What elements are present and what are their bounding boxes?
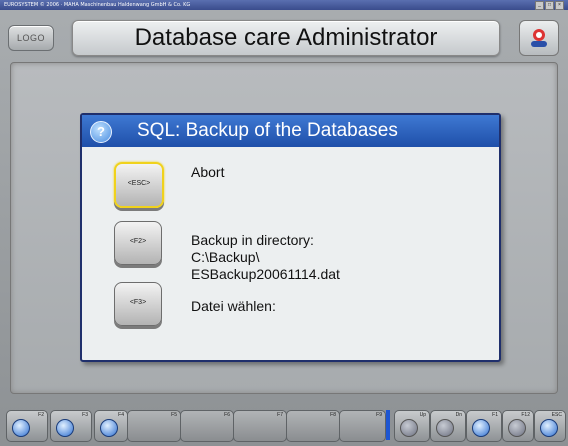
- option-line: Datei wählen:: [191, 298, 276, 314]
- fkey-label: F8: [330, 412, 336, 418]
- backup-path: C:\Backup\: [191, 249, 260, 265]
- forward-arrow-icon: [56, 419, 74, 437]
- esc-exit-button[interactable]: ESC: [534, 410, 566, 442]
- administrator-button[interactable]: [519, 20, 559, 56]
- maximize-button[interactable]: □: [545, 1, 554, 10]
- fkey-label: F5: [171, 412, 177, 418]
- close-button[interactable]: ×: [555, 1, 564, 10]
- f4-home-button[interactable]: F4: [94, 410, 128, 442]
- f2-back-button[interactable]: F2: [6, 410, 48, 442]
- window-titlebar: EUROSYSTEM © 2006 · MAHA Maschinenbau Ha…: [0, 0, 568, 10]
- option-line: Backup in directory:: [191, 232, 314, 248]
- application-window: EUROSYSTEM © 2006 · MAHA Maschinenbau Ha…: [0, 0, 568, 446]
- backup-directory-label: Backup in directory: C:\Backup\ ESBackup…: [191, 232, 340, 283]
- f6-button[interactable]: F6: [180, 410, 234, 442]
- minimize-button[interactable]: _: [535, 1, 544, 10]
- fkey-label: F3: [82, 412, 88, 418]
- fkey-label: Up: [419, 412, 426, 418]
- f2-key-button[interactable]: <F2>: [114, 221, 162, 265]
- fkey-label: F6: [224, 412, 230, 418]
- fkey-label: F4: [118, 412, 124, 418]
- choose-file-label: Datei wählen:: [191, 298, 276, 315]
- f8-button[interactable]: F8: [286, 410, 340, 442]
- option-line: Abort: [191, 164, 225, 180]
- fkey-label: F7: [277, 412, 283, 418]
- fkey-label: F1: [492, 412, 498, 418]
- header-title-bar: Database care Administrator: [72, 20, 500, 56]
- fkey-label: F2: [38, 412, 44, 418]
- f3-key-button[interactable]: <F3>: [114, 282, 162, 326]
- esc-key-button[interactable]: <ESC>: [114, 162, 164, 208]
- f1-help-button[interactable]: F1: [466, 410, 502, 442]
- backup-dialog: ? SQL: Backup of the Databases <ESC> Abo…: [80, 113, 501, 362]
- backup-filename: ESBackup20061114.dat: [191, 266, 340, 282]
- fkey-label: Dn: [455, 412, 462, 418]
- page-down-button[interactable]: Dn: [430, 410, 466, 442]
- f9-button[interactable]: F9: [339, 410, 386, 442]
- exit-icon: [540, 419, 558, 437]
- window-title: EUROSYSTEM © 2006 · MAHA Maschinenbau Ha…: [4, 2, 191, 8]
- fkey-label: F9: [376, 412, 382, 418]
- abort-option-label: Abort: [191, 164, 224, 181]
- dialog-title: SQL: Backup of the Databases: [137, 120, 398, 141]
- back-arrow-icon: [12, 419, 30, 437]
- page-up-icon: [400, 419, 418, 437]
- f7-button[interactable]: F7: [233, 410, 287, 442]
- page-up-button[interactable]: Up: [394, 410, 430, 442]
- fkey-label: F12: [521, 412, 530, 418]
- dialog-header: ? SQL: Backup of the Databases: [82, 115, 499, 147]
- administrator-icon: [531, 29, 547, 47]
- function-key-bar: F2 F3 F4 F5 F6 F7 F8 F9 Up Dn F1 F12 ESC: [0, 404, 568, 446]
- help-icon: [472, 419, 490, 437]
- f12-button[interactable]: F12: [502, 410, 534, 442]
- page-title: Database care Administrator: [134, 24, 438, 51]
- logo-button[interactable]: LOGO: [8, 25, 54, 51]
- fkey-label: ESC: [551, 412, 562, 418]
- page-down-icon: [436, 419, 454, 437]
- f5-button[interactable]: F5: [127, 410, 181, 442]
- tools-icon: [508, 419, 526, 437]
- home-icon: [100, 419, 118, 437]
- divider: [386, 410, 390, 440]
- f3-forward-button[interactable]: F3: [50, 410, 92, 442]
- help-icon[interactable]: ?: [90, 121, 112, 143]
- window-controls: _ □ ×: [535, 1, 564, 10]
